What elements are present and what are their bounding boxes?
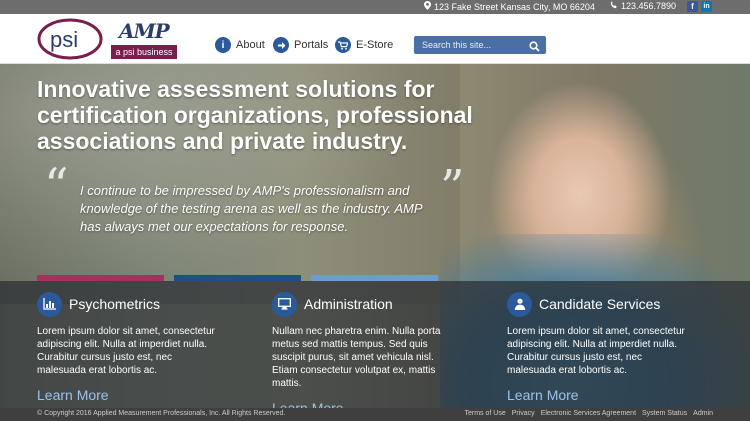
psi-logo[interactable]: psi — [36, 17, 106, 61]
social-links: f in — [687, 1, 712, 12]
feature-candidate-services: Candidate Services Lorem ipsum dolor sit… — [507, 291, 707, 403]
feature-title: Administration — [272, 291, 472, 317]
address-text: 123 Fake Street Kansas City, MO 66204 — [434, 1, 595, 12]
nav-portals-label: Portals — [294, 39, 329, 51]
feature-psychometrics: Psychometrics Lorem ipsum dolor sit amet… — [37, 291, 237, 403]
nav-about[interactable]: i About — [215, 37, 265, 53]
footer-links: Terms of Use Privacy Electronic Services… — [465, 410, 714, 417]
monitor-icon — [272, 291, 297, 317]
features-panel: Psychometrics Lorem ipsum dolor sit amet… — [0, 281, 750, 408]
feature-title-text: Psychometrics — [69, 296, 161, 312]
arrow-right-icon — [273, 37, 289, 53]
footer-link-admin[interactable]: Admin — [693, 410, 713, 417]
nav-estore-label: E-Store — [356, 39, 394, 51]
phone-text: 123.456.7890 — [621, 1, 677, 11]
learn-more-link[interactable]: Learn More — [272, 400, 472, 408]
learn-more-link[interactable]: Learn More — [507, 387, 707, 403]
location-pin-icon — [424, 1, 431, 12]
feature-description: Nullam nec pharetra enim. Nulla porta me… — [272, 326, 441, 389]
footer-link-esa[interactable]: Electronic Services Agreement — [541, 410, 636, 417]
amp-logo-tagline: a psi business — [111, 45, 177, 59]
footer-link-system-status[interactable]: System Status — [642, 410, 687, 417]
bar-chart-icon — [37, 291, 62, 317]
search-input[interactable] — [414, 36, 522, 54]
hero-headline: Innovative assessment solutions for cert… — [37, 76, 473, 154]
psi-logo-text: psi — [50, 27, 78, 52]
linkedin-icon[interactable]: in — [701, 1, 712, 12]
info-icon: i — [215, 37, 231, 53]
feature-description: Lorem ipsum dolor sit amet, consectetur … — [507, 326, 685, 376]
feature-title: Psychometrics — [37, 291, 237, 317]
search-icon[interactable] — [529, 39, 540, 57]
feature-title: Candidate Services — [507, 291, 707, 317]
footer-link-privacy[interactable]: Privacy — [512, 410, 535, 417]
feature-title-text: Administration — [304, 296, 393, 312]
open-quote-icon: “ — [44, 158, 69, 214]
hero-banner: Innovative assessment solutions for cert… — [0, 64, 750, 408]
feature-administration: Administration Nullam nec pharetra enim.… — [272, 291, 472, 408]
search-box — [414, 36, 546, 54]
amp-logo[interactable]: AMP a psi business — [111, 19, 177, 59]
feature-description: Lorem ipsum dolor sit amet, consectetur … — [37, 326, 215, 376]
feature-title-text: Candidate Services — [539, 296, 661, 312]
cart-icon — [335, 37, 351, 53]
address: 123 Fake Street Kansas City, MO 66204 — [424, 1, 595, 12]
user-icon — [507, 291, 532, 317]
top-utility-bar: 123 Fake Street Kansas City, MO 66204 12… — [0, 0, 750, 14]
site-footer: © Copyright 2016 Applied Measurement Pro… — [0, 408, 750, 421]
copyright-text: © Copyright 2016 Applied Measurement Pro… — [37, 410, 286, 417]
phone-icon — [610, 1, 618, 11]
phone[interactable]: 123.456.7890 — [610, 1, 676, 11]
testimonial-quote: I continue to be impressed by AMP's prof… — [80, 183, 423, 234]
facebook-icon[interactable]: f — [687, 1, 698, 12]
site-header: psi AMP a psi business i About Portals E… — [0, 14, 750, 64]
nav-estore[interactable]: E-Store — [335, 37, 393, 53]
nav-about-label: About — [236, 39, 265, 51]
footer-link-terms[interactable]: Terms of Use — [465, 410, 506, 417]
amp-logo-text: AMP — [119, 19, 170, 43]
learn-more-link[interactable]: Learn More — [37, 387, 237, 403]
close-quote-icon: ” — [440, 160, 465, 216]
nav-portals[interactable]: Portals — [273, 37, 328, 53]
